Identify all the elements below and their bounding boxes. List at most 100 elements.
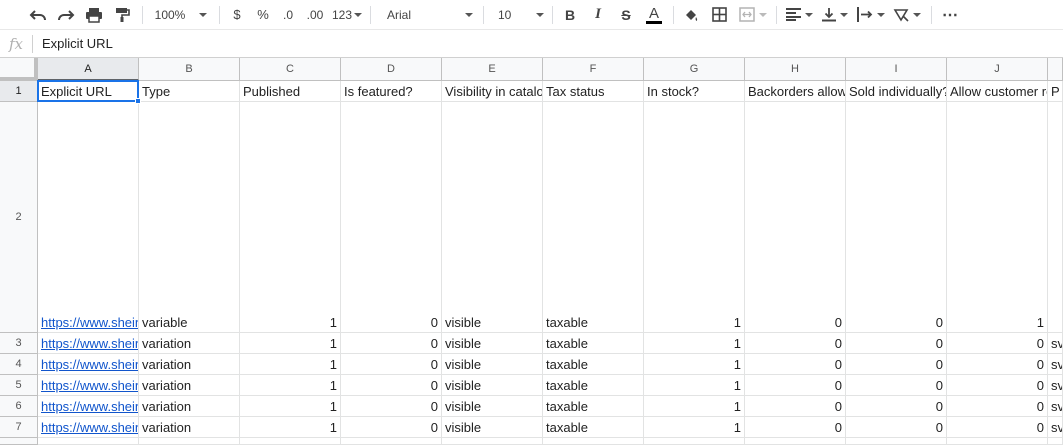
currency-button[interactable]: $ bbox=[226, 3, 248, 27]
header-cell[interactable]: Tax status bbox=[543, 81, 644, 102]
table-cell[interactable]: sv bbox=[1048, 333, 1063, 354]
horizontal-align-button[interactable] bbox=[783, 3, 815, 27]
header-cell[interactable]: Is featured? bbox=[341, 81, 442, 102]
table-cell[interactable]: sv bbox=[1048, 396, 1063, 417]
table-cell[interactable]: 1 bbox=[240, 396, 341, 417]
column-header-e[interactable]: E bbox=[442, 58, 543, 81]
url-link[interactable]: https://www.shein bbox=[38, 102, 139, 333]
table-cell[interactable]: 0 bbox=[341, 102, 442, 333]
table-cell[interactable]: 1 bbox=[240, 333, 341, 354]
table-cell[interactable]: 0 bbox=[341, 417, 442, 438]
table-cell[interactable]: 0 bbox=[947, 375, 1048, 396]
table-cell[interactable]: 0 bbox=[947, 333, 1048, 354]
table-cell[interactable]: 0 bbox=[341, 354, 442, 375]
table-cell[interactable] bbox=[1048, 438, 1063, 445]
column-header-i[interactable]: I bbox=[846, 58, 947, 81]
table-cell[interactable]: variation bbox=[139, 333, 240, 354]
table-cell[interactable]: 0 bbox=[745, 102, 846, 333]
table-cell[interactable]: 0 bbox=[745, 375, 846, 396]
borders-button[interactable] bbox=[708, 3, 730, 27]
table-cell[interactable] bbox=[644, 438, 745, 445]
table-cell[interactable] bbox=[240, 438, 341, 445]
formula-input[interactable]: Explicit URL bbox=[42, 36, 113, 51]
column-header-partial[interactable] bbox=[1048, 58, 1063, 81]
table-cell[interactable]: taxable bbox=[543, 396, 644, 417]
table-cell[interactable]: taxable bbox=[543, 333, 644, 354]
table-cell[interactable]: 0 bbox=[846, 375, 947, 396]
header-cell[interactable]: Sold individually? bbox=[846, 81, 947, 102]
table-cell[interactable]: 1 bbox=[644, 375, 745, 396]
paint-format-button[interactable] bbox=[112, 3, 132, 27]
table-cell[interactable] bbox=[38, 438, 139, 445]
row-header-7[interactable]: 7 bbox=[0, 417, 38, 438]
url-link[interactable]: https://www.shein bbox=[38, 396, 139, 417]
column-header-c[interactable]: C bbox=[240, 58, 341, 81]
table-cell[interactable]: 1 bbox=[240, 354, 341, 375]
column-header-h[interactable]: H bbox=[745, 58, 846, 81]
more-formats-button[interactable]: 123 bbox=[330, 3, 364, 27]
redo-button[interactable] bbox=[56, 3, 76, 27]
table-cell[interactable] bbox=[139, 438, 240, 445]
table-cell[interactable]: 1 bbox=[644, 102, 745, 333]
table-cell[interactable]: 0 bbox=[846, 333, 947, 354]
table-cell[interactable]: visible bbox=[442, 102, 543, 333]
decrease-decimals-button[interactable]: .0 bbox=[276, 3, 300, 27]
increase-decimals-button[interactable]: .00 bbox=[302, 3, 328, 27]
table-cell[interactable] bbox=[846, 438, 947, 445]
table-cell[interactable]: 0 bbox=[947, 354, 1048, 375]
table-cell[interactable]: variation bbox=[139, 417, 240, 438]
text-rotation-button[interactable] bbox=[891, 3, 923, 27]
header-cell[interactable]: Published bbox=[240, 81, 341, 102]
fill-color-button[interactable] bbox=[680, 3, 702, 27]
table-cell[interactable]: visible bbox=[442, 375, 543, 396]
header-cell[interactable]: Visibility in catalog bbox=[442, 81, 543, 102]
table-cell[interactable] bbox=[442, 438, 543, 445]
font-select[interactable]: Arial bbox=[377, 3, 477, 27]
header-cell[interactable]: Allow customer reviews? bbox=[947, 81, 1048, 102]
column-header-j[interactable]: J bbox=[947, 58, 1048, 81]
row-header-5[interactable]: 5 bbox=[0, 375, 38, 396]
strikethrough-button[interactable]: S bbox=[615, 3, 637, 27]
header-cell[interactable]: Type bbox=[139, 81, 240, 102]
table-cell[interactable]: variation bbox=[139, 375, 240, 396]
table-cell[interactable] bbox=[1048, 102, 1063, 333]
fill-handle[interactable] bbox=[135, 98, 141, 104]
url-link[interactable]: https://www.shein bbox=[38, 333, 139, 354]
table-cell[interactable]: visible bbox=[442, 396, 543, 417]
table-cell[interactable]: 0 bbox=[341, 396, 442, 417]
undo-button[interactable] bbox=[28, 3, 48, 27]
column-header-g[interactable]: G bbox=[644, 58, 745, 81]
url-link[interactable]: https://www.shein bbox=[38, 417, 139, 438]
table-cell[interactable]: taxable bbox=[543, 375, 644, 396]
more-button[interactable]: ⋯ bbox=[938, 3, 962, 27]
column-header-a[interactable]: A bbox=[38, 58, 139, 81]
table-cell[interactable]: 1 bbox=[644, 417, 745, 438]
table-cell[interactable]: variation bbox=[139, 396, 240, 417]
table-cell[interactable]: 0 bbox=[947, 396, 1048, 417]
header-cell[interactable]: Backorders allowed? bbox=[745, 81, 846, 102]
text-wrapping-button[interactable] bbox=[855, 3, 887, 27]
table-cell[interactable] bbox=[341, 438, 442, 445]
table-cell[interactable]: 1 bbox=[240, 417, 341, 438]
table-cell[interactable]: 1 bbox=[644, 333, 745, 354]
table-cell[interactable]: 1 bbox=[644, 396, 745, 417]
font-size-select[interactable]: 10 bbox=[490, 3, 546, 27]
table-cell[interactable]: variation bbox=[139, 354, 240, 375]
vertical-align-button[interactable] bbox=[819, 3, 851, 27]
row-header-2[interactable]: 2 bbox=[0, 102, 38, 333]
column-header-b[interactable]: B bbox=[139, 58, 240, 81]
table-cell[interactable]: sv bbox=[1048, 375, 1063, 396]
percent-button[interactable]: % bbox=[252, 3, 274, 27]
table-cell[interactable]: taxable bbox=[543, 354, 644, 375]
table-cell[interactable] bbox=[947, 438, 1048, 445]
table-cell[interactable]: 0 bbox=[846, 354, 947, 375]
table-cell[interactable]: 0 bbox=[745, 354, 846, 375]
print-button[interactable] bbox=[84, 3, 104, 27]
header-cell[interactable]: In stock? bbox=[644, 81, 745, 102]
bold-button[interactable]: B bbox=[559, 3, 581, 27]
row-header-3[interactable]: 3 bbox=[0, 333, 38, 354]
table-cell[interactable] bbox=[543, 438, 644, 445]
table-cell[interactable] bbox=[745, 438, 846, 445]
zoom-select[interactable]: 100% bbox=[149, 3, 213, 27]
table-cell[interactable]: visible bbox=[442, 417, 543, 438]
